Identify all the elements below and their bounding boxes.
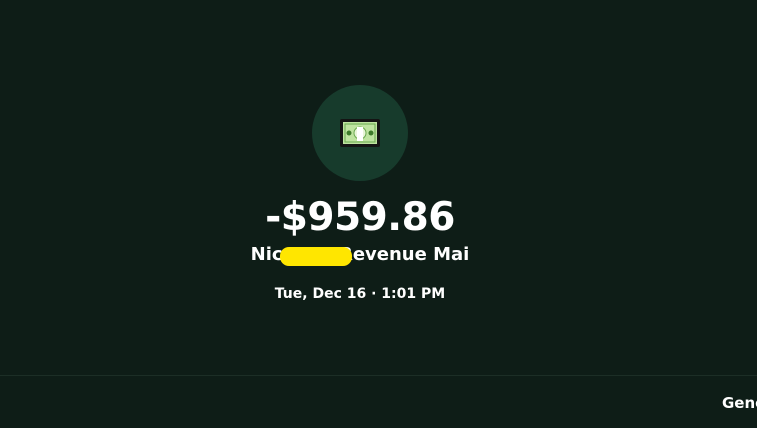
dollar-bill-icon — [340, 119, 380, 147]
transaction-amount: -$959.86 — [265, 195, 455, 240]
section-divider — [0, 375, 757, 376]
merchant-name-prefix: Nic — [250, 244, 283, 265]
transaction-datetime: Tue, Dec 16 · 1:01 PM — [274, 286, 446, 302]
merchant-name: Nic Revenue Mai — [0, 243, 720, 267]
general-tab[interactable]: Gene — [722, 393, 757, 413]
merchant-name-suffix: Revenue Mai — [338, 244, 470, 265]
transaction-detail: -$959.86 Nic Revenue Mai Tue, Dec 16 · 1… — [0, 0, 757, 428]
redaction-mark — [280, 247, 352, 266]
category-icon-circle — [312, 85, 408, 181]
